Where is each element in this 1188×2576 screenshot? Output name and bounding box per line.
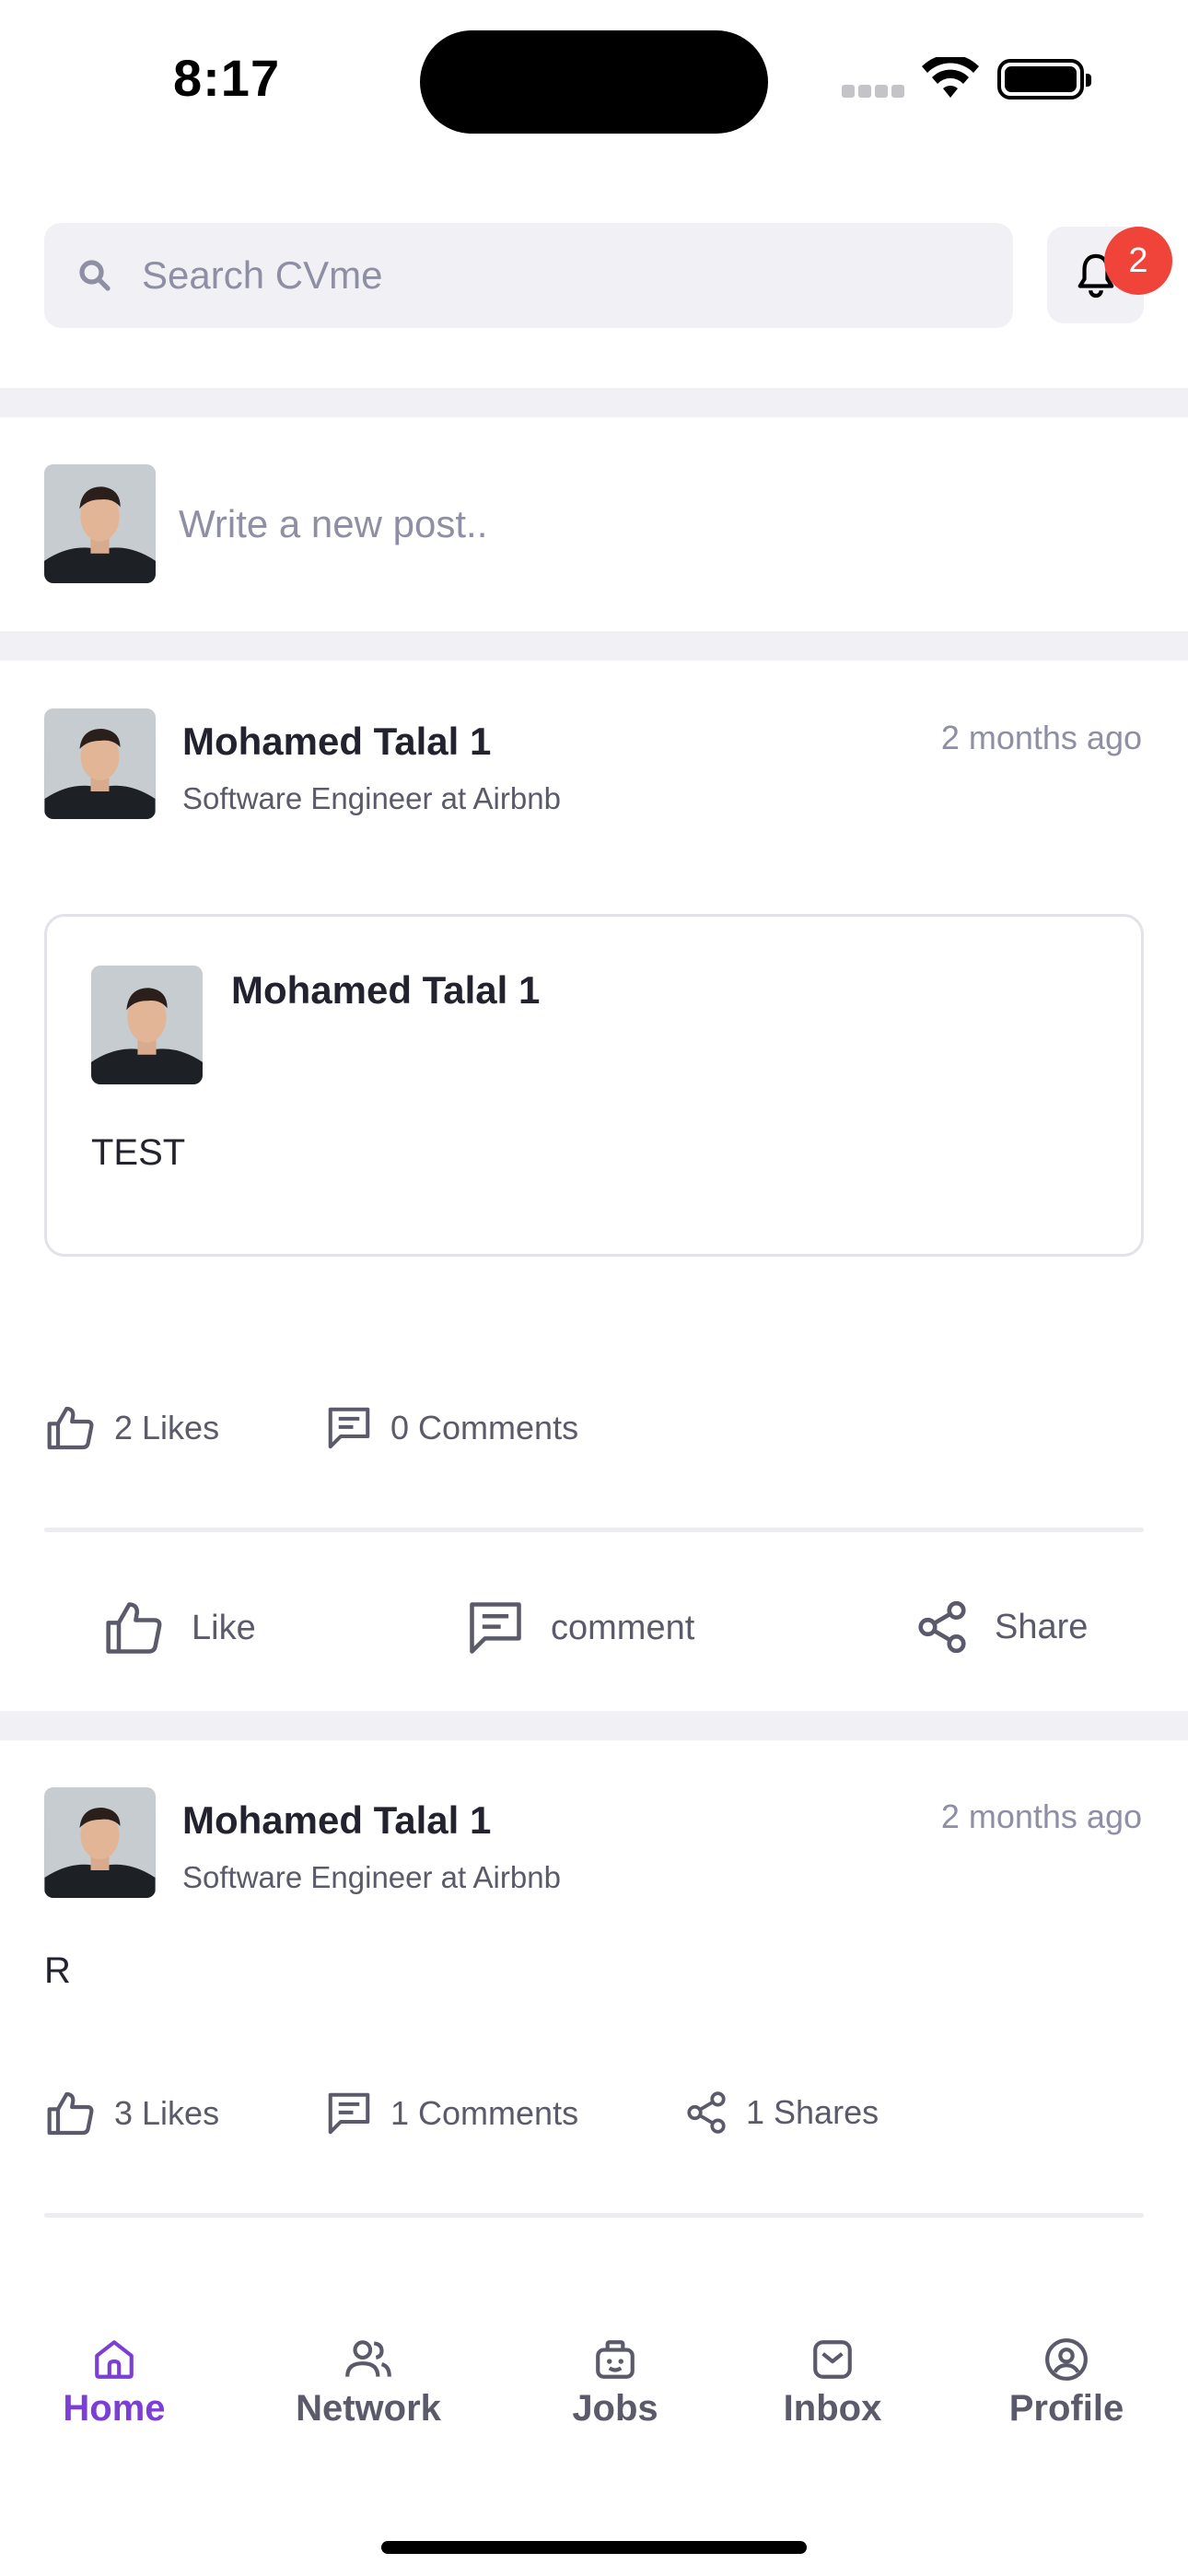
wifi-icon xyxy=(922,57,979,98)
bottom-tab-bar: Home Network Jobs Inbox Profile xyxy=(0,2303,1188,2576)
home-icon xyxy=(95,2340,134,2379)
comments-count-label: 1 Comments xyxy=(390,2094,579,2132)
avatar[interactable] xyxy=(44,1787,156,1898)
tab-home[interactable]: Home xyxy=(52,2336,177,2430)
section-divider xyxy=(0,388,1188,417)
comment-button[interactable]: comment xyxy=(464,1597,694,1659)
likes-count[interactable]: 3 Likes xyxy=(44,2088,219,2139)
new-post-input[interactable]: Write a new post.. xyxy=(179,502,487,546)
comment-button-label: comment xyxy=(551,1608,695,1647)
tab-network-label: Network xyxy=(296,2388,441,2429)
inbox-icon xyxy=(813,2340,852,2379)
briefcase-icon xyxy=(596,2340,635,2379)
user-circle-icon xyxy=(1045,2338,1088,2381)
tab-network[interactable]: Network xyxy=(285,2336,451,2430)
comments-count[interactable]: 0 Comments xyxy=(324,1402,578,1454)
share-icon xyxy=(687,2091,726,2134)
search-input[interactable] xyxy=(142,243,971,308)
comment-icon xyxy=(328,2092,370,2135)
shared-post-card[interactable]: Mohamed Talal 1 TEST xyxy=(44,914,1144,1257)
tab-home-label: Home xyxy=(63,2388,166,2429)
notification-count-badge: 2 xyxy=(1104,227,1172,295)
comment-icon xyxy=(470,1602,521,1654)
post-author-headline: Software Engineer at Airbnb xyxy=(182,781,561,815)
post-author-name[interactable]: Mohamed Talal 1 xyxy=(182,720,491,764)
like-button-label: Like xyxy=(192,1608,256,1647)
likes-count[interactable]: 2 Likes xyxy=(44,1402,219,1454)
section-divider xyxy=(0,1711,1188,1740)
profile-photo xyxy=(91,966,203,1084)
tab-jobs[interactable]: Jobs xyxy=(558,2336,672,2430)
thumbs-up-icon xyxy=(47,1406,94,1450)
tab-inbox[interactable]: Inbox xyxy=(775,2336,890,2430)
battery-icon xyxy=(997,59,1091,100)
tab-profile[interactable]: Profile xyxy=(1002,2336,1131,2430)
avatar[interactable] xyxy=(44,708,156,819)
avatar[interactable] xyxy=(44,464,156,583)
post-author-name[interactable]: Mohamed Talal 1 xyxy=(182,1798,491,1843)
comments-count-label: 0 Comments xyxy=(390,1409,579,1446)
thumbs-up-icon xyxy=(106,1602,162,1654)
home-indicator[interactable] xyxy=(381,2541,807,2554)
post-author-headline: Software Engineer at Airbnb xyxy=(182,1860,561,1894)
likes-count-label: 3 Likes xyxy=(114,2094,220,2132)
status-bar: 8:17 xyxy=(0,0,1188,157)
profile-photo xyxy=(44,464,156,583)
profile-photo xyxy=(44,708,156,819)
profile-photo xyxy=(44,1787,156,1898)
status-time: 8:17 xyxy=(173,49,281,107)
shares-count-label: 1 Shares xyxy=(746,2093,879,2131)
like-button[interactable]: Like xyxy=(101,1597,256,1659)
tab-inbox-label: Inbox xyxy=(783,2388,882,2429)
shared-post-author-name[interactable]: Mohamed Talal 1 xyxy=(231,968,540,1013)
people-icon xyxy=(345,2340,391,2377)
divider xyxy=(44,2213,1144,2218)
likes-count-label: 2 Likes xyxy=(114,1409,220,1446)
avatar[interactable] xyxy=(91,966,203,1084)
cellular-signal-icon xyxy=(842,85,904,98)
post-text: R xyxy=(44,1950,71,1991)
post-timestamp: 2 months ago xyxy=(940,1797,1142,1835)
search-icon xyxy=(79,260,111,291)
comment-icon xyxy=(328,1407,370,1449)
share-button-label: Share xyxy=(995,1607,1089,1646)
share-button[interactable]: Share xyxy=(914,1597,1088,1657)
section-divider xyxy=(0,631,1188,661)
share-icon xyxy=(918,1600,966,1654)
shares-count[interactable]: 1 Shares xyxy=(683,2088,879,2137)
comments-count[interactable]: 1 Comments xyxy=(324,2088,578,2139)
thumbs-up-icon xyxy=(47,2091,94,2136)
shared-post-text: TEST xyxy=(91,1132,186,1173)
post-timestamp: 2 months ago xyxy=(940,719,1142,756)
tab-jobs-label: Jobs xyxy=(572,2388,658,2429)
divider xyxy=(44,1528,1144,1532)
search-bar[interactable] xyxy=(44,223,1013,328)
tab-profile-label: Profile xyxy=(1008,2388,1124,2429)
dynamic-island xyxy=(420,30,768,134)
